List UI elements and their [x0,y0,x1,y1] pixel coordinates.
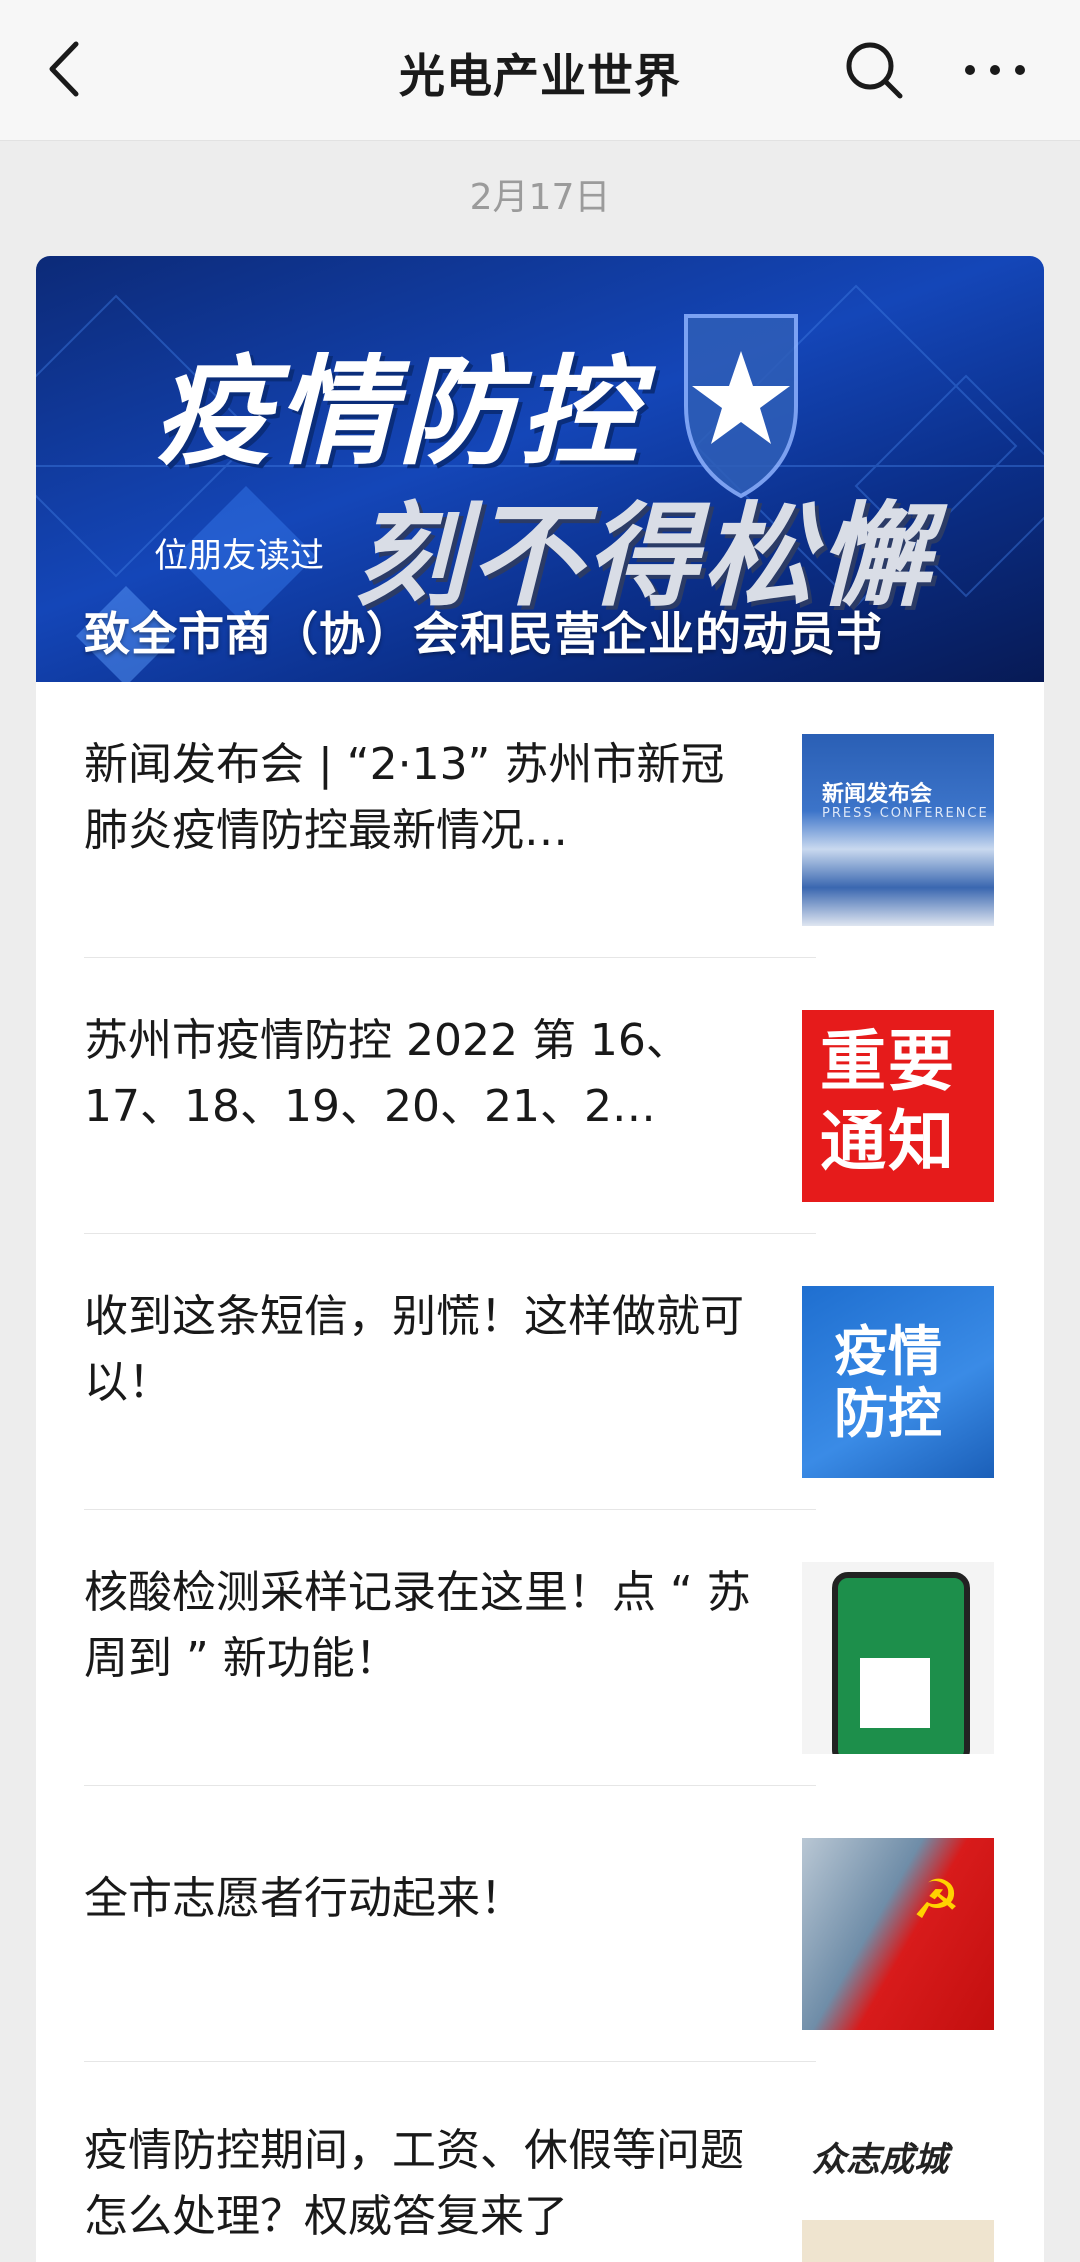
search-icon [846,42,903,99]
article-card: 疫情防控 刻不得松懈 位朋友读过 致全市商（协）会和民营企业的动员书 新闻发布会… [36,256,1044,2262]
article-title: 核酸检测采样记录在这里！点 “ 苏周到 ” 新功能！ [84,1567,751,1684]
hero-caption: 致全市商（协）会和民营企业的动员书 [84,607,883,661]
list-item[interactable]: 核酸检测采样记录在这里！点 “ 苏周到 ” 新功能！ [36,1510,1044,1786]
more-button[interactable] [960,56,1030,84]
more-icon [965,65,1025,75]
article-title: 收到这条短信，别慌！这样做就可以！ [84,1291,744,1408]
hero-article[interactable]: 疫情防控 刻不得松懈 位朋友读过 致全市商（协）会和民营企业的动员书 [36,256,1044,682]
page-title: 光电产业世界 [399,49,681,103]
top-bar: 光电产业世界 [0,0,1080,141]
list-item[interactable]: 疫情防控期间，工资、休假等问题怎么处理？权威答复来了 众志成城 [36,2062,1044,2262]
important-notice-thumbnail: 重要 通知 [802,1010,994,1202]
phone-app-thumbnail [802,1562,994,1754]
list-item[interactable]: 苏州市疫情防控 2022 第 16、17、18、19、20、21、2… 重要 通… [36,958,1044,1234]
hammer-sickle-icon: ☭ [912,1868,961,1931]
publish-date: 2月17日 [469,177,611,218]
friends-read-label: 位朋友读过 [154,536,324,576]
press-conference-thumbnail: 新闻发布会 PRESS CONFERENCE [802,734,994,926]
list-item[interactable]: 收到这条短信，别慌！这样做就可以！ 疫情 防控 [36,1234,1044,1510]
list-item[interactable]: 全市志愿者行动起来！ ☭ [36,1786,1044,2062]
article-title: 苏州市疫情防控 2022 第 16、17、18、19、20、21、2… [84,1015,690,1132]
epidemic-control-thumbnail: 疫情 防控 [802,1286,994,1478]
hero-headline-1: 疫情防控 [154,343,643,481]
article-title: 新闻发布会 | “2·13” 苏州市新冠肺炎疫情防控最新情况… [84,739,725,856]
list-item[interactable]: 新闻发布会 | “2·13” 苏州市新冠肺炎疫情防控最新情况… 新闻发布会 PR… [36,682,1044,958]
article-title: 疫情防控期间，工资、休假等问题怎么处理？权威答复来了 [84,2125,744,2242]
solidarity-cartoon-thumbnail: 众志成城 [802,2120,994,2262]
search-button[interactable] [842,38,906,102]
article-title: 全市志愿者行动起来！ [84,1873,524,1924]
qr-code-icon [860,1658,930,1728]
wall-illustration [802,2220,994,2262]
volunteer-flag-thumbnail: ☭ [802,1838,994,2030]
